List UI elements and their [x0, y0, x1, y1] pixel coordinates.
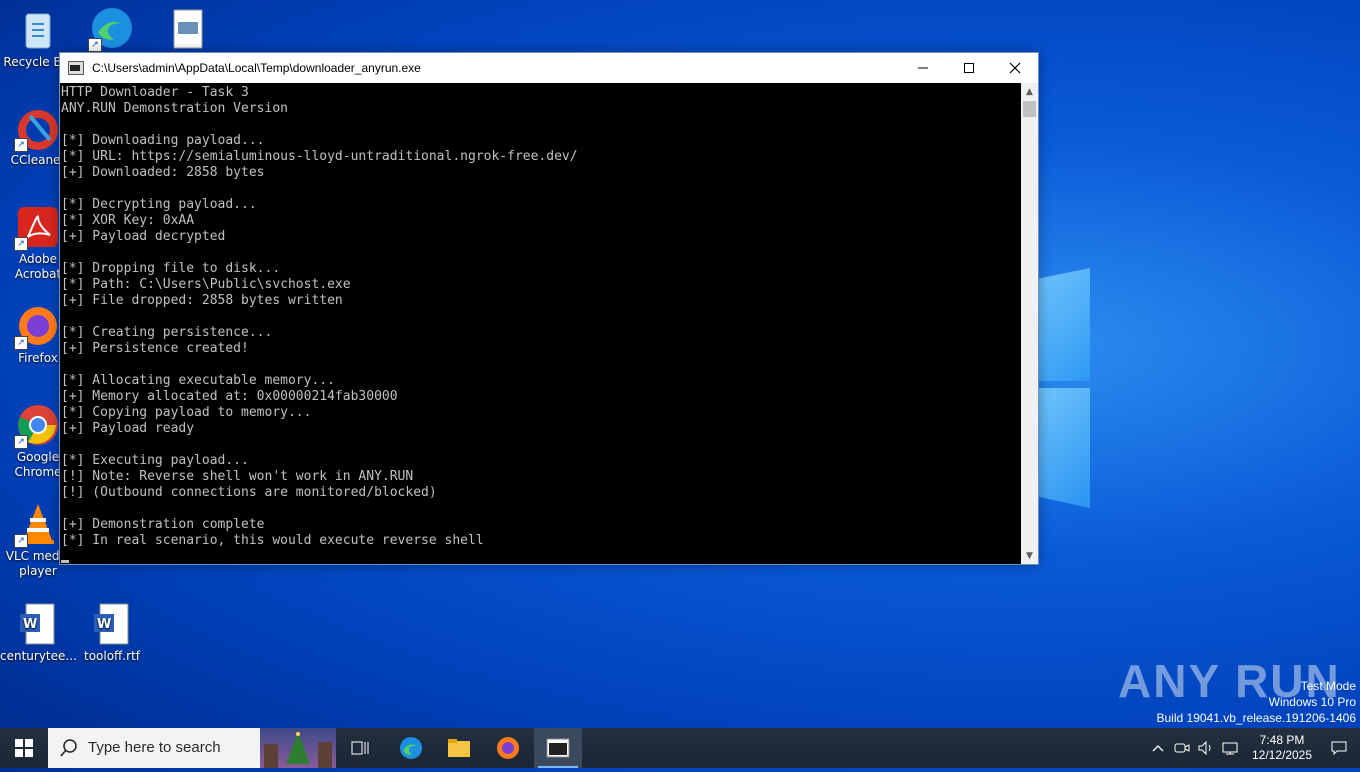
svg-text:W: W: [23, 617, 37, 632]
start-button[interactable]: [0, 728, 48, 768]
image-file-icon: [166, 8, 210, 52]
word-document-icon: W: [16, 602, 60, 646]
taskbar-edge[interactable]: [390, 728, 432, 768]
windows-watermark: Test Mode Windows 10 Pro Build 19041.vb_…: [1157, 678, 1357, 726]
taskbar-search-box[interactable]: Type here to search: [48, 728, 336, 768]
desktop-icon-word-doc[interactable]: W centurytee...: [0, 602, 77, 664]
console-output-area[interactable]: HTTP Downloader - Task 3 ANY.RUN Demonst…: [60, 83, 1021, 564]
close-icon: [1009, 62, 1021, 74]
desktop-icon-rtf[interactable]: W tooloff.rtf: [74, 602, 150, 664]
desktop-icon-label: centurytee...: [0, 649, 77, 663]
watermark-line-3: Build 19041.vb_release.191206-1406: [1156, 711, 1357, 725]
action-center-button[interactable]: [1324, 728, 1354, 768]
desktop-icon-edge[interactable]: ↗: [74, 6, 150, 53]
desktop-icon-label: tooloff.rtf: [83, 649, 140, 663]
chevron-up-icon: [1152, 745, 1164, 752]
scroll-down-button[interactable]: ▼: [1021, 547, 1038, 564]
search-icon: [60, 739, 77, 757]
volume-icon: [1198, 741, 1211, 755]
taskbar: Type here to search 7:48 PM 12/12/2025: [0, 728, 1360, 768]
task-view-button[interactable]: [340, 728, 380, 768]
console-window-icon: [546, 738, 570, 758]
shortcut-arrow-icon: ↗: [14, 237, 28, 251]
text-cursor: [61, 560, 69, 563]
console-window[interactable]: C:\Users\admin\AppData\Local\Temp\downlo…: [59, 52, 1039, 565]
taskbar-console-active[interactable]: [534, 728, 582, 768]
tray-meet-now[interactable]: [1170, 728, 1194, 768]
desktop-icon-image-file[interactable]: [150, 8, 226, 55]
edge-icon: ↗: [88, 6, 134, 52]
vertical-scrollbar[interactable]: ▲ ▼: [1021, 83, 1038, 564]
camera-icon: [1174, 743, 1190, 753]
taskbar-clock[interactable]: 7:48 PM 12/12/2025: [1244, 728, 1320, 768]
tray-network[interactable]: [1218, 728, 1242, 768]
word-document-icon: W: [90, 602, 134, 646]
firefox-icon: ↗: [14, 304, 60, 350]
watermark-line-1: Test Mode: [1300, 679, 1356, 693]
vlc-icon: ↗: [14, 502, 60, 548]
watermark-line-2: Windows 10 Pro: [1268, 695, 1356, 709]
minimize-button[interactable]: [900, 53, 946, 83]
shortcut-arrow-icon: ↗: [14, 435, 28, 449]
shortcut-arrow-icon: ↗: [14, 534, 28, 548]
notification-icon: [1331, 741, 1347, 755]
scroll-thumb[interactable]: [1023, 101, 1036, 117]
wallpaper-pane-top: [1035, 268, 1090, 381]
edge-icon: [400, 737, 422, 759]
clock-date: 12/12/2025: [1251, 748, 1313, 762]
network-icon: [1222, 742, 1238, 755]
svg-text:W: W: [97, 617, 111, 632]
ccleaner-icon: ↗: [14, 106, 60, 152]
window-title: C:\Users\admin\AppData\Local\Temp\downlo…: [92, 61, 421, 75]
shortcut-arrow-icon: ↗: [14, 336, 28, 350]
close-button[interactable]: [992, 53, 1038, 83]
folder-icon: [448, 739, 470, 757]
maximize-icon: [964, 63, 974, 73]
tray-overflow-button[interactable]: [1146, 728, 1170, 768]
scroll-up-button[interactable]: ▲: [1021, 83, 1038, 100]
chrome-icon: ↗: [14, 403, 60, 449]
task-view-icon: [351, 741, 369, 755]
minimize-icon: [918, 67, 928, 69]
windows-logo-wallpaper: [1035, 258, 1095, 513]
console-app-icon: [68, 61, 84, 75]
search-highlight-image: [260, 728, 336, 768]
adobe-acrobat-icon: ↗: [14, 205, 60, 251]
wallpaper-pane-bottom: [1035, 388, 1090, 508]
taskbar-firefox[interactable]: [487, 728, 529, 768]
firefox-icon: [497, 737, 519, 759]
console-output-text: HTTP Downloader - Task 3 ANY.RUN Demonst…: [61, 85, 578, 548]
taskbar-file-explorer[interactable]: [438, 728, 480, 768]
recycle-bin-icon: [16, 8, 60, 52]
maximize-button[interactable]: [946, 53, 992, 83]
window-titlebar[interactable]: C:\Users\admin\AppData\Local\Temp\downlo…: [60, 53, 1038, 83]
tray-volume[interactable]: [1194, 728, 1218, 768]
clock-time: 7:48 PM: [1259, 733, 1305, 747]
windows-start-icon: [15, 739, 33, 757]
shortcut-arrow-icon: ↗: [88, 38, 102, 52]
shortcut-arrow-icon: ↗: [14, 138, 28, 152]
search-placeholder: Type here to search: [88, 739, 221, 756]
